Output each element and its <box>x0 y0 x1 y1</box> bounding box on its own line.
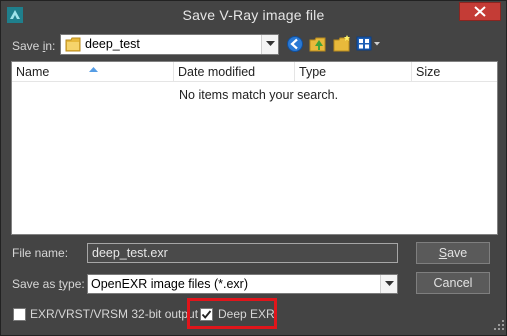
file-name-label: File name: <box>12 246 69 260</box>
title-bar[interactable]: Save V-Ray image file <box>1 1 506 31</box>
exr-32bit-checkbox[interactable] <box>13 308 26 321</box>
close-button[interactable] <box>459 2 501 21</box>
save-in-label: Save in: <box>12 39 56 53</box>
chevron-down-icon[interactable] <box>261 35 278 54</box>
save-vray-dialog: Save V-Ray image file Save in: deep_test <box>0 0 507 336</box>
column-header-name[interactable]: Name <box>12 62 173 82</box>
window-title: Save V-Ray image file <box>182 7 325 23</box>
new-folder-icon[interactable] <box>332 34 352 54</box>
close-icon <box>474 6 486 17</box>
cancel-button[interactable]: Cancel <box>416 272 490 294</box>
up-folder-icon[interactable] <box>308 34 328 54</box>
save-as-type-label: Save as type: <box>12 277 85 291</box>
save-in-dropdown[interactable]: deep_test <box>60 34 279 55</box>
column-header-type[interactable]: Type <box>294 62 411 82</box>
save-button[interactable]: Save <box>416 242 490 264</box>
file-name-value: deep_test.exr <box>92 246 168 260</box>
save-as-type-dropdown[interactable]: OpenEXR image files (*.exr) <box>87 274 398 294</box>
exr-32bit-label: EXR/VRST/VRSM 32-bit output <box>30 307 199 321</box>
folder-icon <box>65 37 81 55</box>
file-list-header: Name Date modified Type Size <box>12 62 497 82</box>
empty-list-message: No items match your search. <box>179 88 339 102</box>
back-icon[interactable] <box>286 35 306 55</box>
chevron-down-icon[interactable] <box>380 275 397 293</box>
save-in-value: deep_test <box>85 37 140 51</box>
resize-grip-icon[interactable] <box>494 319 504 333</box>
file-name-input[interactable]: deep_test.exr <box>87 243 398 263</box>
file-list[interactable]: Name Date modified Type Size No items ma… <box>11 61 498 235</box>
column-header-size[interactable]: Size <box>411 62 497 82</box>
column-header-date-modified[interactable]: Date modified <box>173 62 294 82</box>
save-as-type-value: OpenEXR image files (*.exr) <box>91 277 249 291</box>
view-menu-icon[interactable] <box>356 36 382 56</box>
sort-ascending-icon <box>89 61 98 75</box>
highlight-box <box>187 298 277 329</box>
